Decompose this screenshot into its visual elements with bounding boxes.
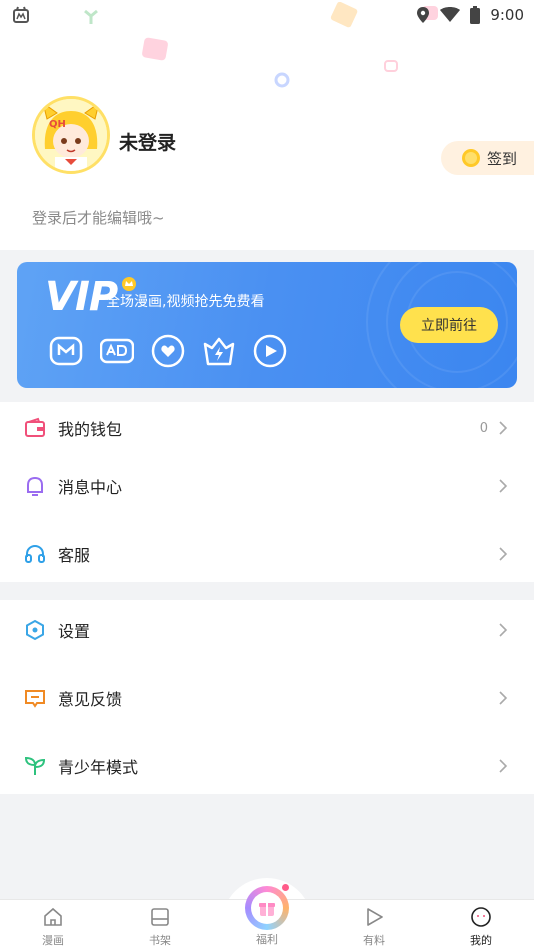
tab-label: 有料 — [363, 934, 385, 947]
coin-icon — [462, 149, 480, 167]
wallet-balance: 0 — [479, 420, 488, 436]
ad-free-icon — [100, 334, 134, 368]
menu-item-label: 消息中心 — [58, 478, 123, 497]
decor-icon — [274, 72, 290, 88]
sprout-icon — [24, 756, 46, 775]
menu-item-label: 我的钱包 — [58, 420, 123, 439]
status-time: 9:00 — [490, 6, 524, 24]
avatar-character-icon: QH — [35, 99, 107, 171]
battery-icon — [470, 6, 481, 24]
headset-icon — [25, 544, 45, 563]
chevron-right-icon — [499, 479, 508, 493]
menu-item-label: 客服 — [58, 546, 91, 565]
feedback-icon — [25, 690, 45, 708]
login-hint: 登录后才能编辑哦~ — [32, 209, 165, 227]
menu-item-teen-mode[interactable]: 青少年模式 — [0, 746, 534, 786]
menu-item-messages[interactable]: 消息中心 — [0, 466, 534, 506]
chevron-right-icon — [499, 759, 508, 773]
signin-button[interactable]: 签到 — [441, 141, 534, 175]
chevron-right-icon — [499, 623, 508, 637]
menu-item-label: 青少年模式 — [58, 758, 139, 777]
tab-mine[interactable]: 我的 — [451, 900, 511, 949]
chevron-right-icon — [499, 421, 508, 435]
signin-label: 签到 — [487, 149, 518, 168]
home-icon — [44, 907, 62, 926]
app-notification-icon — [13, 6, 29, 23]
menu-item-feedback[interactable]: 意见反馈 — [0, 678, 534, 718]
status-bar: 9:00 — [0, 0, 534, 30]
settings-hex-icon — [26, 619, 44, 641]
welfare-center-button[interactable] — [245, 886, 289, 930]
tab-bookshelf[interactable]: 书架 — [130, 900, 190, 949]
notification-dot — [282, 884, 289, 891]
location-icon — [417, 7, 430, 23]
play-icon — [367, 908, 383, 926]
crown-icon — [122, 277, 136, 291]
menu-item-wallet[interactable]: 我的钱包 0 — [0, 408, 534, 448]
menu-item-support[interactable]: 客服 — [0, 534, 534, 574]
svg-text:QH: QH — [49, 119, 66, 130]
heart-icon — [151, 334, 185, 368]
avatar[interactable]: QH — [32, 96, 110, 174]
chevron-right-icon — [499, 691, 508, 705]
wallet-icon — [25, 417, 45, 437]
bell-icon — [27, 476, 43, 496]
tab-discover[interactable]: 有料 — [344, 900, 404, 949]
username-label[interactable]: 未登录 — [119, 128, 176, 155]
menu-item-label: 设置 — [58, 622, 91, 641]
menu-group-2: 设置 意见反馈 青少年模式 — [0, 600, 534, 794]
decor-icon — [384, 60, 398, 72]
tab-label: 书架 — [149, 934, 171, 947]
tab-label: 我的 — [470, 934, 492, 947]
menu-item-label: 意见反馈 — [58, 690, 123, 709]
face-icon — [471, 907, 491, 927]
m-badge-icon — [49, 334, 83, 368]
decor-icon — [142, 37, 168, 61]
tab-label: 漫画 — [42, 934, 64, 947]
vip-go-button[interactable]: 立即前往 — [400, 307, 498, 343]
lightning-crown-icon — [202, 334, 236, 368]
menu-group-1: 我的钱包 0 消息中心 客服 — [0, 402, 534, 582]
wifi-icon — [440, 7, 461, 22]
bookshelf-icon — [151, 908, 169, 926]
chevron-right-icon — [499, 547, 508, 561]
vip-banner[interactable]: VIP 全场漫画,视频抢先免费看 立即前往 — [17, 262, 517, 388]
play-icon — [253, 334, 287, 368]
tab-label: 福利 — [256, 933, 278, 946]
vip-tagline: 全场漫画,视频抢先免费看 — [106, 294, 265, 310]
tab-comics[interactable]: 漫画 — [23, 900, 83, 949]
menu-item-settings[interactable]: 设置 — [0, 610, 534, 650]
gift-icon — [259, 903, 275, 916]
